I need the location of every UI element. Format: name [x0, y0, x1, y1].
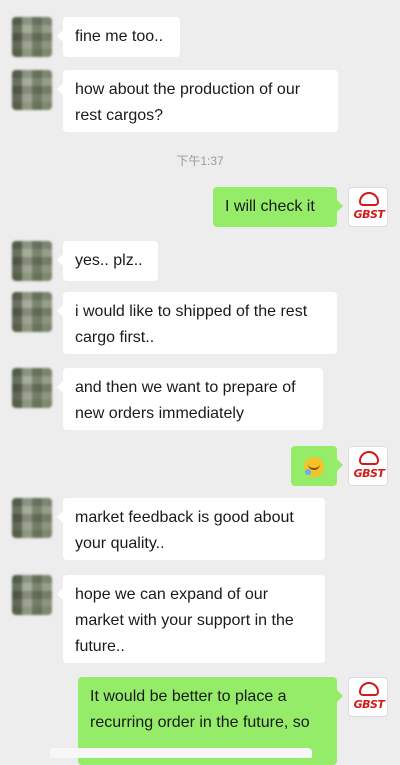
message-text: hope we can expand of our market with yo…: [75, 586, 294, 655]
my-avatar[interactable]: GBST: [348, 187, 388, 227]
laughing-crying-emoji-icon: [304, 456, 324, 477]
my-avatar[interactable]: GBST: [348, 677, 388, 717]
message-text: I will check it: [225, 198, 315, 215]
contact-avatar[interactable]: [12, 241, 52, 281]
chat-timestamp: 下午1:37: [176, 154, 224, 168]
input-bar-edge: [50, 748, 312, 758]
contact-avatar[interactable]: [12, 70, 52, 110]
my-avatar[interactable]: GBST: [348, 446, 388, 486]
message-bubble-incoming[interactable]: market feedback is good about your quali…: [57, 498, 325, 560]
brand-logo-text: GBST: [353, 698, 385, 711]
brand-logo-icon: [359, 682, 379, 696]
brand-logo-text: GBST: [353, 467, 385, 480]
message-text: It would be better to place a recurring …: [90, 688, 310, 731]
message-bubble-incoming[interactable]: i would like to shipped of the rest carg…: [57, 292, 337, 354]
contact-avatar[interactable]: [12, 292, 52, 332]
message-bubble-incoming[interactable]: hope we can expand of our market with yo…: [57, 575, 325, 663]
contact-avatar[interactable]: [12, 368, 52, 408]
message-bubble-incoming[interactable]: yes.. plz..: [57, 241, 158, 281]
contact-avatar[interactable]: [12, 575, 52, 615]
contact-avatar[interactable]: [12, 498, 52, 538]
brand-logo-icon: [359, 192, 379, 206]
message-bubble-outgoing[interactable]: I will check it: [213, 187, 343, 227]
brand-logo-icon: [359, 451, 379, 465]
message-text: how about the production of our rest car…: [75, 81, 301, 124]
message-bubble-incoming[interactable]: and then we want to prepare of new order…: [57, 368, 323, 430]
message-text: fine me too..: [75, 28, 164, 45]
brand-logo-text: GBST: [353, 208, 385, 221]
message-bubble-outgoing[interactable]: [291, 446, 343, 486]
message-text: and then we want to prepare of new order…: [75, 379, 296, 422]
message-bubble-incoming[interactable]: how about the production of our rest car…: [57, 70, 338, 132]
message-text: market feedback is good about your quali…: [75, 509, 294, 552]
message-text: yes.. plz..: [75, 252, 143, 269]
contact-avatar[interactable]: [12, 17, 52, 57]
message-text: i would like to shipped of the rest carg…: [75, 303, 308, 346]
message-bubble-incoming[interactable]: fine me too..: [57, 17, 180, 57]
